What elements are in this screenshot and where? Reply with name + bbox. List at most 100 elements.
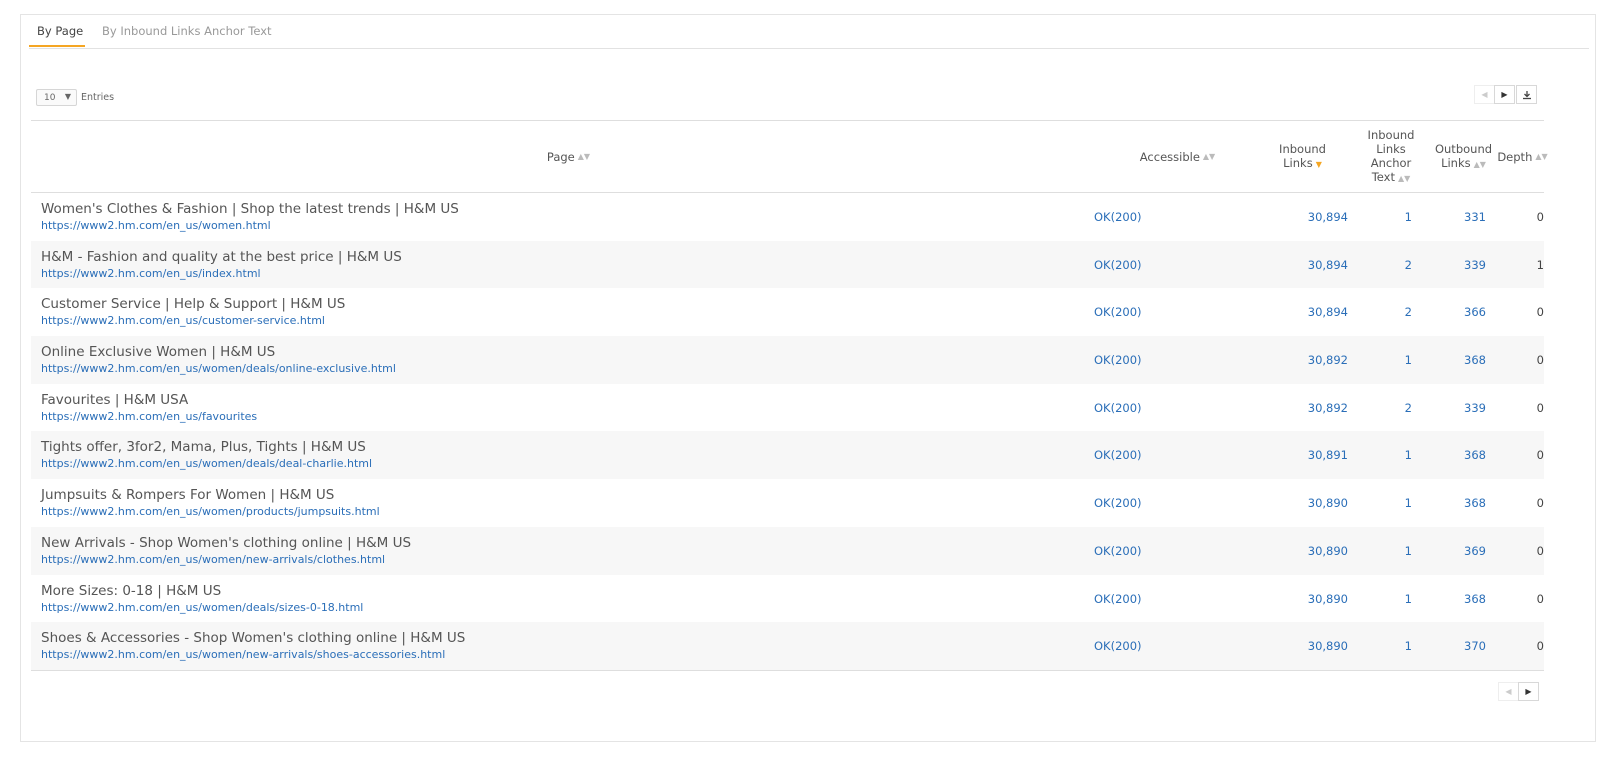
entries-select[interactable]: 10 ▼ — [36, 89, 77, 106]
next-page-button[interactable]: ▶ — [1518, 682, 1539, 701]
inbound-links-count[interactable]: 30,890 — [1308, 639, 1348, 653]
inbound-links-count[interactable]: 30,891 — [1308, 448, 1348, 462]
accessible-status-link[interactable]: OK(200) — [1094, 305, 1142, 319]
anchor-text-count[interactable]: 1 — [1405, 639, 1412, 653]
sort-icon: ▲▼ — [1397, 173, 1411, 183]
page-url-link[interactable]: https://www2.hm.com/en_us/women/deals/on… — [41, 362, 396, 375]
outbound-links-count[interactable]: 366 — [1464, 305, 1486, 319]
accessible-status-link[interactable]: OK(200) — [1094, 210, 1142, 224]
inbound-links-count[interactable]: 30,894 — [1308, 305, 1348, 319]
inbound-links-count[interactable]: 30,894 — [1308, 210, 1348, 224]
col-header-accessible[interactable]: Accessible ▲▼ — [1106, 121, 1249, 192]
page-url-link[interactable]: https://www2.hm.com/en_us/women/deals/si… — [41, 601, 363, 614]
depth-value: 0 — [1536, 591, 1544, 606]
accessible-status-link[interactable]: OK(200) — [1094, 448, 1142, 462]
tab-bar: By Page By Inbound Links Anchor Text — [29, 15, 1589, 49]
col-header-inbound-links[interactable]: Inbound Links ▼ — [1249, 121, 1356, 192]
page-url-link[interactable]: https://www2.hm.com/en_us/women/products… — [41, 505, 380, 518]
table-row: Customer Service | Help & Support | H&M … — [31, 288, 1544, 336]
table-body: Women's Clothes & Fashion | Shop the lat… — [31, 193, 1544, 670]
accessible-status-link[interactable]: OK(200) — [1094, 592, 1142, 606]
depth-value: 0 — [1536, 639, 1544, 654]
depth-value: 0 — [1536, 543, 1544, 558]
anchor-text-count[interactable]: 2 — [1405, 258, 1412, 272]
page-url-link[interactable]: https://www2.hm.com/en_us/index.html — [41, 267, 261, 280]
table-row: H&M - Fashion and quality at the best pr… — [31, 240, 1544, 289]
page-title: Customer Service | Help & Support | H&M … — [41, 296, 346, 313]
page-title: Online Exclusive Women | H&M US — [41, 344, 276, 361]
outbound-links-count[interactable]: 368 — [1464, 448, 1486, 462]
anchor-text-count[interactable]: 2 — [1405, 401, 1412, 415]
table-row: Tights offer, 3for2, Mama, Plus, Tights … — [31, 431, 1544, 480]
tab-by-page[interactable]: By Page — [37, 24, 83, 38]
sort-icon: ▲▼ — [1535, 151, 1548, 161]
page-title: Shoes & Accessories - Shop Women's cloth… — [41, 630, 466, 647]
accessible-status-link[interactable]: OK(200) — [1094, 544, 1142, 558]
outbound-links-count[interactable]: 331 — [1464, 210, 1486, 224]
entries-value: 10 — [44, 93, 56, 103]
anchor-text-count[interactable]: 1 — [1405, 210, 1412, 224]
sort-desc-icon: ▼ — [1315, 159, 1322, 169]
page-url-link[interactable]: https://www2.hm.com/en_us/women/deals/de… — [41, 457, 372, 470]
prev-page-button[interactable]: ◀ — [1498, 682, 1519, 701]
outbound-links-count[interactable]: 369 — [1464, 544, 1486, 558]
accessible-status-link[interactable]: OK(200) — [1094, 401, 1142, 415]
accessible-status-link[interactable]: OK(200) — [1094, 639, 1142, 653]
inbound-links-count[interactable]: 30,890 — [1308, 592, 1348, 606]
inbound-links-count[interactable]: 30,890 — [1308, 496, 1348, 510]
outbound-links-count[interactable]: 368 — [1464, 353, 1486, 367]
col-header-inbound-links-anchor-text[interactable]: Inbound Links Anchor Text ▲▼ — [1356, 121, 1426, 192]
accessible-status-link[interactable]: OK(200) — [1094, 353, 1142, 367]
page-url-link[interactable]: https://www2.hm.com/en_us/women/new-arri… — [41, 553, 385, 566]
page-url-link[interactable]: https://www2.hm.com/en_us/favourites — [41, 410, 257, 423]
page-title: More Sizes: 0-18 | H&M US — [41, 582, 222, 599]
outbound-links-count[interactable]: 339 — [1464, 258, 1486, 272]
page-title: Favourites | H&M USA — [41, 391, 189, 408]
outbound-links-count[interactable]: 370 — [1464, 639, 1486, 653]
col-header-outbound-links[interactable]: Outbound Links ▲▼ — [1426, 121, 1501, 192]
col-header-inbound-links-label: Inbound Links ▼ — [1279, 142, 1326, 172]
inbound-links-count[interactable]: 30,892 — [1308, 401, 1348, 415]
anchor-text-count[interactable]: 1 — [1405, 544, 1412, 558]
chevron-left-icon: ◀ — [1505, 687, 1512, 696]
page-url-link[interactable]: https://www2.hm.com/en_us/women/new-arri… — [41, 648, 445, 661]
next-page-button[interactable]: ▶ — [1494, 85, 1515, 104]
table-row: New Arrivals - Shop Women's clothing onl… — [31, 526, 1544, 575]
table-row: Shoes & Accessories - Shop Women's cloth… — [31, 622, 1544, 670]
prev-page-button[interactable]: ◀ — [1474, 85, 1495, 104]
header-line-text: Links — [1441, 155, 1471, 170]
entries-label: Entries — [81, 92, 115, 103]
page-url-link[interactable]: https://www2.hm.com/en_us/customer-servi… — [41, 314, 325, 327]
accessible-status-link[interactable]: OK(200) — [1094, 496, 1142, 510]
inbound-links-count[interactable]: 30,890 — [1308, 544, 1348, 558]
outbound-links-count[interactable]: 368 — [1464, 592, 1486, 606]
table-row: More Sizes: 0-18 | H&M US https://www2.hm… — [31, 575, 1544, 623]
col-header-depth[interactable]: Depth ▲▼ — [1497, 121, 1548, 192]
tab-by-inbound-links-anchor-text[interactable]: By Inbound Links Anchor Text — [102, 24, 272, 38]
anchor-text-count[interactable]: 1 — [1405, 592, 1412, 606]
inbound-links-count[interactable]: 30,894 — [1308, 258, 1348, 272]
page-title: Women's Clothes & Fashion | Shop the lat… — [41, 201, 459, 217]
outbound-links-count[interactable]: 368 — [1464, 496, 1486, 510]
sort-icon: ▲▼ — [1473, 159, 1486, 169]
col-header-outbound-links-label: Outbound Links ▲▼ — [1435, 142, 1492, 172]
anchor-text-count[interactable]: 2 — [1405, 305, 1412, 319]
sort-icon: ▲▼ — [577, 151, 591, 161]
inbound-links-count[interactable]: 30,892 — [1308, 353, 1348, 367]
outbound-links-count[interactable]: 339 — [1464, 401, 1486, 415]
accessible-status-link[interactable]: OK(200) — [1094, 258, 1142, 272]
export-button[interactable] — [1516, 85, 1537, 104]
col-header-page[interactable]: Page ▲▼ — [31, 121, 1106, 192]
table-row: Favourites | H&M USA https://www2.hm.com/… — [31, 384, 1544, 432]
header-line: Links ▲▼ — [1441, 156, 1486, 172]
col-header-accessible-label: Accessible — [1139, 149, 1200, 164]
chevron-left-icon: ◀ — [1481, 90, 1488, 99]
depth-value: 0 — [1536, 210, 1544, 224]
col-header-depth-label: Depth — [1497, 149, 1533, 164]
anchor-text-count[interactable]: 1 — [1405, 353, 1412, 367]
anchor-text-count[interactable]: 1 — [1405, 496, 1412, 510]
anchor-text-count[interactable]: 1 — [1405, 448, 1412, 462]
page-title: Jumpsuits & Rompers For Women | H&M US — [41, 487, 335, 504]
header-line: Inbound — [1279, 141, 1326, 156]
page-url-link[interactable]: https://www2.hm.com/en_us/women.html — [41, 219, 271, 232]
